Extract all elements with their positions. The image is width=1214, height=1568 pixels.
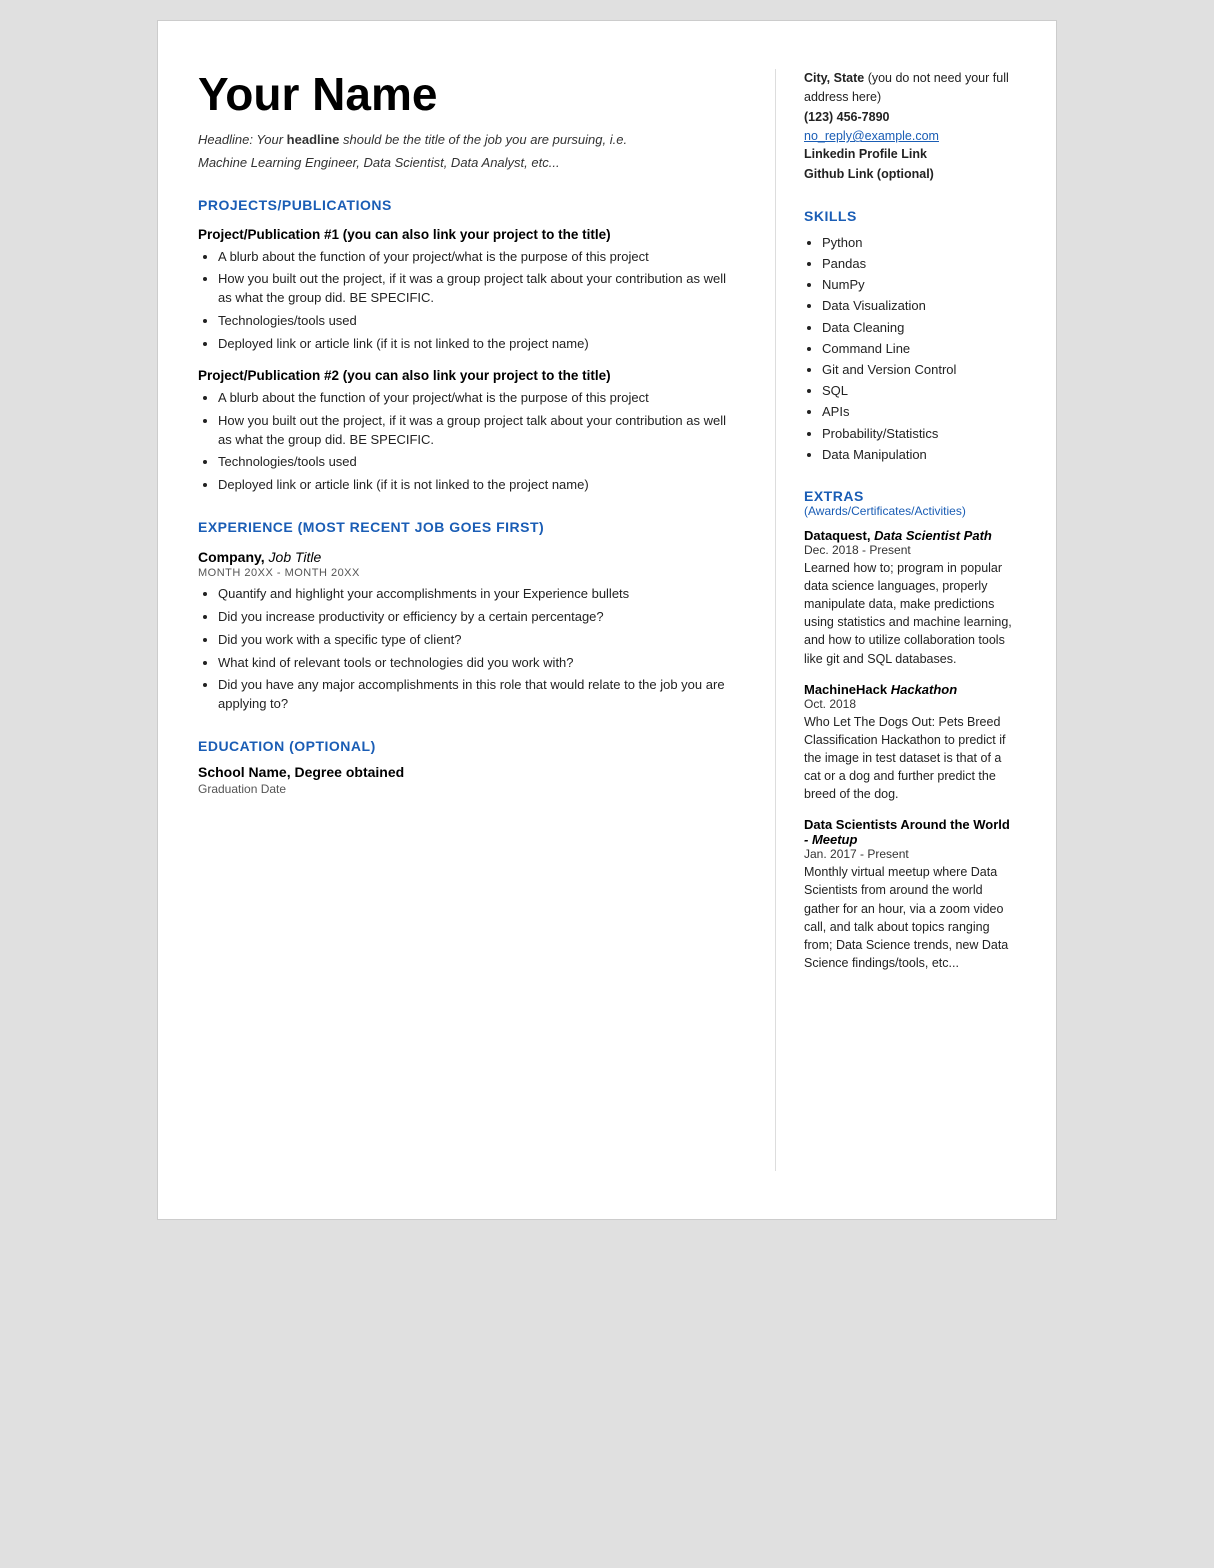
- list-item: Technologies/tools used: [218, 312, 743, 331]
- headline-examples: Machine Learning Engineer, Data Scientis…: [198, 153, 743, 173]
- list-item: How you built out the project, if it was…: [218, 270, 743, 308]
- experience-item-1: Company, Job Title MONTH 20XX - MONTH 20…: [198, 549, 743, 714]
- school-name: School Name, Degree obtained: [198, 764, 743, 780]
- experience-bullets: Quantify and highlight your accomplishme…: [198, 585, 743, 714]
- experience-section: EXPERIENCE (most recent job goes first) …: [198, 519, 743, 714]
- extra-3-subtitle: - Meetup: [804, 832, 857, 847]
- extra-3-date: Jan. 2017 - Present: [804, 847, 1016, 861]
- headline-label: Headline:: [198, 132, 253, 147]
- city-state: City, State (you do not need your full a…: [804, 69, 1016, 108]
- headline-bold: headline: [287, 132, 340, 147]
- list-item: Git and Version Control: [822, 361, 1016, 379]
- list-item: A blurb about the function of your proje…: [218, 248, 743, 267]
- project-item-2: Project/Publication #2 (you can also lin…: [198, 368, 743, 495]
- education-item-1: School Name, Degree obtained Graduation …: [198, 764, 743, 796]
- list-item: Data Cleaning: [822, 319, 1016, 337]
- degree: Degree obtained: [294, 764, 404, 780]
- candidate-name: Your Name: [198, 69, 743, 120]
- linkedin-link[interactable]: Linkedin Profile Link: [804, 145, 1016, 164]
- project-1-title: Project/Publication #1 (you can also lin…: [198, 227, 743, 242]
- extra-3-desc: Monthly virtual meetup where Data Scient…: [804, 863, 1016, 972]
- headline-text-start: Your: [253, 132, 287, 147]
- extra-2-subtitle: Hackathon: [891, 682, 957, 697]
- headline-text: Headline: Your headline should be the ti…: [198, 130, 743, 150]
- extra-2-desc: Who Let The Dogs Out: Pets Breed Classif…: [804, 713, 1016, 804]
- github-link[interactable]: Github Link (optional): [804, 165, 1016, 184]
- extra-1-subtitle: Data Scientist Path: [874, 528, 992, 543]
- list-item: Technologies/tools used: [218, 453, 743, 472]
- list-item: Command Line: [822, 340, 1016, 358]
- list-item: Probability/Statistics: [822, 425, 1016, 443]
- job-title: Job Title: [269, 549, 322, 565]
- list-item: Did you work with a specific type of cli…: [218, 631, 743, 650]
- list-item: NumPy: [822, 276, 1016, 294]
- company-name: Company, Job Title: [198, 549, 743, 565]
- grad-date: Graduation Date: [198, 782, 743, 796]
- list-item: Python: [822, 234, 1016, 252]
- extra-item-2: MachineHack Hackathon Oct. 2018 Who Let …: [804, 682, 1016, 804]
- experience-title: EXPERIENCE (most recent job goes first): [198, 519, 743, 535]
- left-column: Your Name Headline: Your headline should…: [198, 69, 776, 1171]
- extra-item-1: Dataquest, Data Scientist Path Dec. 2018…: [804, 528, 1016, 668]
- skills-list: Python Pandas NumPy Data Visualization D…: [804, 234, 1016, 464]
- extra-1-date: Dec. 2018 - Present: [804, 543, 1016, 557]
- list-item: A blurb about the function of your proje…: [218, 389, 743, 408]
- list-item: Did you have any major accomplishments i…: [218, 676, 743, 714]
- list-item: Data Visualization: [822, 297, 1016, 315]
- list-item: Deployed link or article link (if it is …: [218, 335, 743, 354]
- list-item: APIs: [822, 403, 1016, 421]
- contact-block: City, State (you do not need your full a…: [804, 69, 1016, 184]
- list-item: Data Manipulation: [822, 446, 1016, 464]
- list-item: Pandas: [822, 255, 1016, 273]
- extra-item-3: Data Scientists Around the World - Meetu…: [804, 817, 1016, 972]
- extra-2-title: MachineHack Hackathon: [804, 682, 1016, 697]
- education-section: EDUCATION (optional) School Name, Degree…: [198, 738, 743, 796]
- name-section: Your Name Headline: Your headline should…: [198, 69, 743, 173]
- extras-title: EXTRAS (Awards/Certificates/Activities): [804, 488, 1016, 518]
- email-link[interactable]: no_reply@example.com: [804, 127, 1016, 145]
- education-title: EDUCATION (optional): [198, 738, 743, 754]
- extras-subtitle: (Awards/Certificates/Activities): [804, 504, 1016, 518]
- project-item-1: Project/Publication #1 (you can also lin…: [198, 227, 743, 354]
- extras-section: EXTRAS (Awards/Certificates/Activities) …: [804, 488, 1016, 972]
- headline-rest: should be the title of the job you are p…: [339, 132, 627, 147]
- phone: (123) 456-7890: [804, 108, 1016, 127]
- extra-1-title: Dataquest, Data Scientist Path: [804, 528, 1016, 543]
- list-item: Quantify and highlight your accomplishme…: [218, 585, 743, 604]
- project-2-bullets: A blurb about the function of your proje…: [198, 389, 743, 495]
- list-item: SQL: [822, 382, 1016, 400]
- project-1-bullets: A blurb about the function of your proje…: [198, 248, 743, 354]
- project-2-title: Project/Publication #2 (you can also lin…: [198, 368, 743, 383]
- extra-3-title: Data Scientists Around the World - Meetu…: [804, 817, 1016, 847]
- extra-1-desc: Learned how to; program in popular data …: [804, 559, 1016, 668]
- resume-page: Your Name Headline: Your headline should…: [157, 20, 1057, 1220]
- experience-dates: MONTH 20XX - MONTH 20XX: [198, 567, 743, 579]
- list-item: What kind of relevant tools or technolog…: [218, 654, 743, 673]
- list-item: How you built out the project, if it was…: [218, 412, 743, 450]
- extra-2-date: Oct. 2018: [804, 697, 1016, 711]
- projects-title: PROJECTS/PUBLICATIONS: [198, 197, 743, 213]
- projects-section: PROJECTS/PUBLICATIONS Project/Publicatio…: [198, 197, 743, 495]
- skills-section: SKILLS Python Pandas NumPy Data Visualiz…: [804, 208, 1016, 464]
- list-item: Did you increase productivity or efficie…: [218, 608, 743, 627]
- list-item: Deployed link or article link (if it is …: [218, 476, 743, 495]
- right-column: City, State (you do not need your full a…: [776, 69, 1016, 1171]
- skills-title: SKILLS: [804, 208, 1016, 224]
